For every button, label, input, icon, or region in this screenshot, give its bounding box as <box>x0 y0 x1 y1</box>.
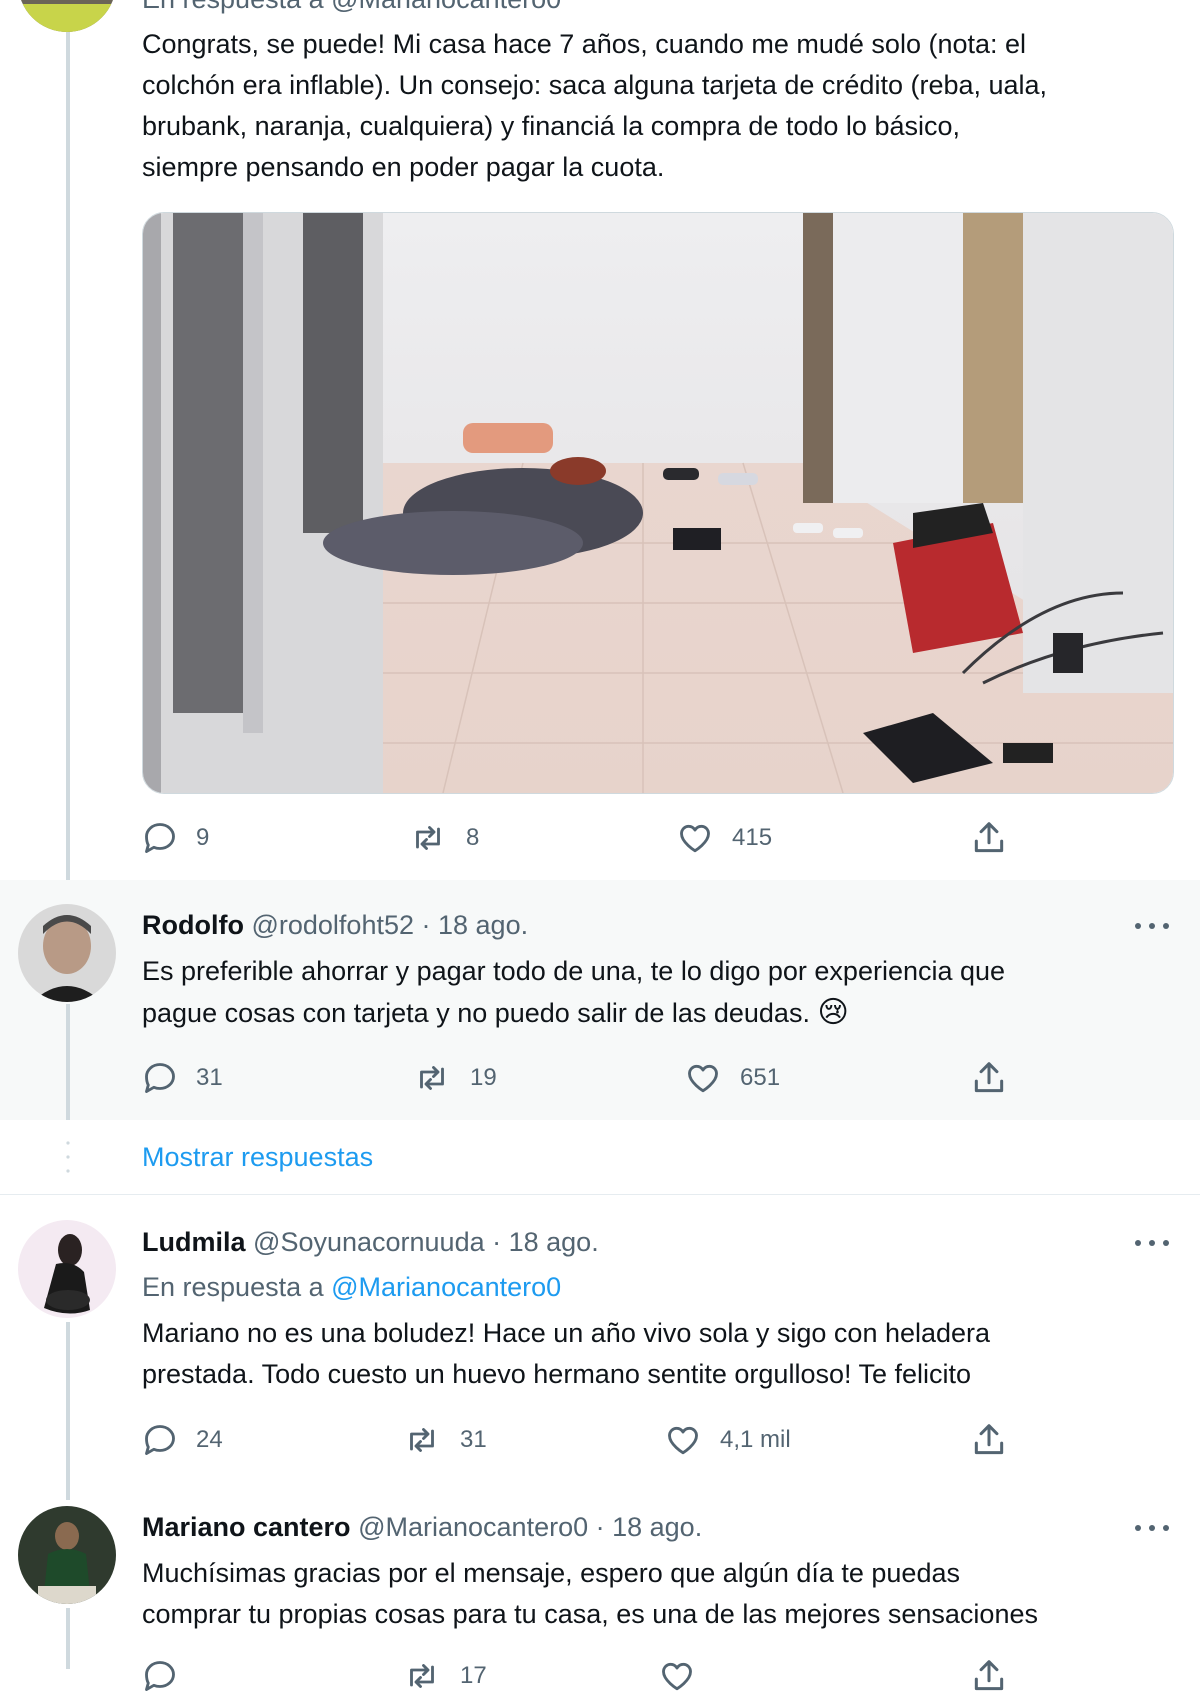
tweet-text-line-content: pague cosas con tarjeta y no puedo salir… <box>142 998 810 1028</box>
handle[interactable]: @Marianocantero0 <box>358 1512 588 1542</box>
heart-icon <box>676 820 714 856</box>
share-icon <box>970 1059 1008 1097</box>
reply-count: 24 <box>196 1426 223 1453</box>
tweet-text-line: prestada. Todo cuesto un huevo hermano s… <box>142 1359 972 1389</box>
tweet-text-line: Muchísimas gracias por el mensaje, esper… <box>142 1558 960 1588</box>
divider <box>0 1194 1200 1195</box>
share-icon <box>970 1421 1008 1459</box>
retweet-count: 8 <box>466 824 480 851</box>
display-name[interactable]: Mariano cantero <box>142 1512 351 1542</box>
heart-icon <box>664 1422 702 1458</box>
tweet-text: Congrats, se puede! Mi casa hace 7 años,… <box>142 24 1047 188</box>
tweet-text: Mariano no es una boludez! Hace un año v… <box>142 1313 990 1395</box>
tweet-header: Ludmila @Soyunacornuuda · 18 ago. <box>142 1225 599 1259</box>
timestamp[interactable]: · 18 ago. <box>422 910 529 940</box>
like-button[interactable]: 4,1 mil <box>664 1420 791 1460</box>
timestamp[interactable]: · 18 ago. <box>596 1512 703 1542</box>
heart-icon <box>684 1060 722 1096</box>
tweet-text-line: comprar tu propias cosas para tu casa, e… <box>142 1599 1038 1629</box>
reply-to-line: En respuesta a @Marianocantero0 <box>142 1270 561 1304</box>
thread-line <box>66 1322 70 1500</box>
handle[interactable]: @rodolfoht52 <box>251 910 414 940</box>
like-button[interactable]: 651 <box>684 1058 780 1098</box>
retweet-count: 17 <box>460 1662 487 1689</box>
reply-button[interactable] <box>142 1656 196 1696</box>
show-replies-link[interactable]: Mostrar respuestas <box>142 1140 373 1174</box>
reply-icon <box>142 820 178 856</box>
avatar[interactable] <box>18 1220 116 1318</box>
thread-line <box>66 1004 70 1120</box>
like-count: 4,1 mil <box>720 1426 791 1453</box>
like-button[interactable]: 415 <box>676 818 772 858</box>
avatar[interactable] <box>18 904 116 1002</box>
display-name[interactable]: Ludmila <box>142 1227 246 1257</box>
tweet-text-line: Es preferible ahorrar y pagar todo de un… <box>142 956 1006 986</box>
like-count: 651 <box>740 1064 781 1091</box>
tweet-text-line: pague cosas con tarjeta y no puedo salir… <box>142 992 1005 1034</box>
retweet-icon <box>412 1060 452 1096</box>
retweet-icon <box>402 1658 442 1694</box>
tweet-text-line: siempre pensando en poder pagar la cuota… <box>142 152 665 182</box>
more-button[interactable] <box>1135 1238 1171 1248</box>
tweet-text-line: Congrats, se puede! Mi casa hace 7 años,… <box>142 29 1027 59</box>
reply-icon <box>142 1060 178 1096</box>
like-button[interactable] <box>658 1656 714 1696</box>
like-count: 415 <box>732 824 773 851</box>
retweet-button[interactable]: 17 <box>402 1656 487 1696</box>
thread-dots <box>66 1140 70 1174</box>
tweet-text-line: colchón era inflable). Un consejo: saca … <box>142 70 1048 100</box>
share-icon <box>970 1657 1008 1695</box>
tweet-text-line: Mariano no es una boludez! Hace un año v… <box>142 1318 991 1348</box>
reply-icon <box>142 1422 178 1458</box>
avatar[interactable] <box>18 1506 116 1604</box>
retweet-count: 19 <box>470 1064 497 1091</box>
avatar[interactable] <box>18 0 116 32</box>
retweet-button[interactable]: 8 <box>408 818 479 858</box>
retweet-button[interactable]: 19 <box>412 1058 497 1098</box>
share-button[interactable] <box>970 1656 1008 1696</box>
more-button[interactable] <box>1135 1523 1171 1533</box>
reply-count: 31 <box>196 1064 223 1091</box>
handle[interactable]: @Soyunacornuuda <box>253 1227 485 1257</box>
retweet-count: 31 <box>460 1426 487 1453</box>
reply-button[interactable]: 24 <box>142 1420 223 1460</box>
crying-emoji: 😢 <box>817 996 849 1029</box>
reply-button[interactable]: 9 <box>142 818 209 858</box>
thread-line <box>66 1608 70 1669</box>
tweet-text: Es preferible ahorrar y pagar todo de un… <box>142 951 1005 1034</box>
retweet-button[interactable]: 31 <box>402 1420 487 1460</box>
tweet-header: Mariano cantero @Marianocantero0 · 18 ag… <box>142 1510 702 1544</box>
reply-to-text: En respuesta a @Marianocantero0 <box>142 0 561 14</box>
share-icon <box>970 819 1008 857</box>
tweet-text-line: brubank, naranja, cualquiera) y financiá… <box>142 111 960 141</box>
display-name[interactable]: Rodolfo <box>142 910 244 940</box>
reply-to-handle[interactable]: @Marianocantero0 <box>331 1272 561 1302</box>
tweet-photo[interactable] <box>142 212 1174 794</box>
reply-count: 9 <box>196 824 210 851</box>
share-button[interactable] <box>970 1420 1008 1460</box>
tweet-header: Rodolfo @rodolfoht52 · 18 ago. <box>142 908 528 942</box>
reply-icon <box>142 1658 178 1694</box>
retweet-icon <box>408 820 448 856</box>
tweet-text: Muchísimas gracias por el mensaje, esper… <box>142 1553 1038 1635</box>
reply-to-label: En respuesta a <box>142 1272 332 1302</box>
share-button[interactable] <box>970 1058 1008 1098</box>
retweet-icon <box>402 1422 442 1458</box>
more-button[interactable] <box>1135 921 1171 931</box>
reply-to-line: En respuesta a @Marianocantero0 <box>142 0 561 16</box>
reply-button[interactable]: 31 <box>142 1058 223 1098</box>
share-button[interactable] <box>970 818 1008 858</box>
heart-icon <box>658 1658 696 1694</box>
timestamp[interactable]: · 18 ago. <box>492 1227 599 1257</box>
thread-line <box>66 28 70 900</box>
